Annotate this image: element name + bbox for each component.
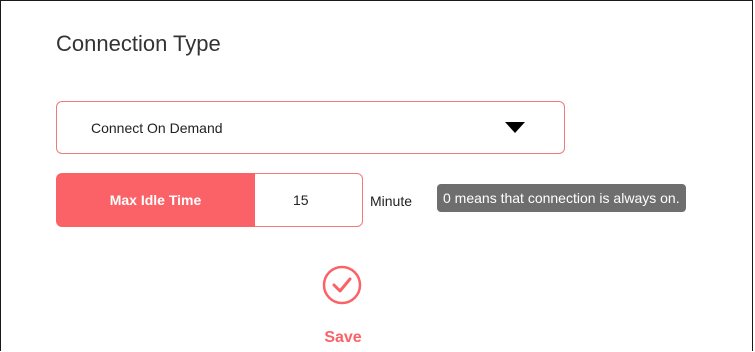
- settings-panel: Connection Type Connect On Demand Max Id…: [0, 0, 753, 351]
- max-idle-time-input[interactable]: [255, 173, 363, 227]
- section-title: Connection Type: [56, 31, 221, 56]
- save-label: Save: [324, 329, 362, 346]
- checkmark-circle-icon: [322, 265, 362, 305]
- max-idle-time-label: Max Idle Time: [56, 173, 255, 227]
- max-idle-time-hint: 0 means that connection is always on.: [437, 184, 686, 212]
- caret-down-icon: [505, 122, 525, 133]
- save-button[interactable]: Save: [317, 263, 373, 352]
- max-idle-time-unit: Minute: [370, 193, 413, 209]
- connection-type-dropdown[interactable]: Connect On Demand: [56, 101, 565, 154]
- connection-type-selected: Connect On Demand: [91, 120, 223, 136]
